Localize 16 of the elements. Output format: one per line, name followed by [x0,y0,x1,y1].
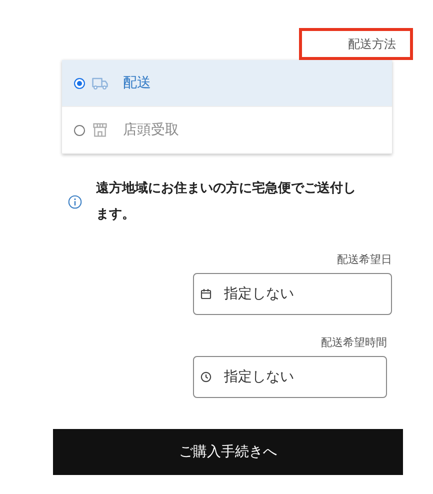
section-title: 配送方法 [299,28,413,60]
checkout-button[interactable]: ご購入手続きへ [53,429,403,475]
clock-icon [200,371,212,383]
radio-button[interactable] [74,78,85,88]
store-icon [91,122,109,138]
notice-text: 遠方地域にお住まいの方に宅急便でご送付します。 [96,180,357,224]
select-field[interactable]: 指定しない [193,356,387,398]
field-label: 配送希望時間 [321,335,387,350]
delivery-option[interactable]: 店頭受取 [62,107,392,154]
info-icon [68,195,82,209]
delivery-option[interactable]: 配送 [62,60,392,107]
radio-button[interactable] [74,124,85,136]
calendar-icon [200,288,212,300]
field-label: 配送希望日 [337,252,392,267]
select-field[interactable]: 指定しない [193,273,392,315]
truck-icon [91,75,109,91]
